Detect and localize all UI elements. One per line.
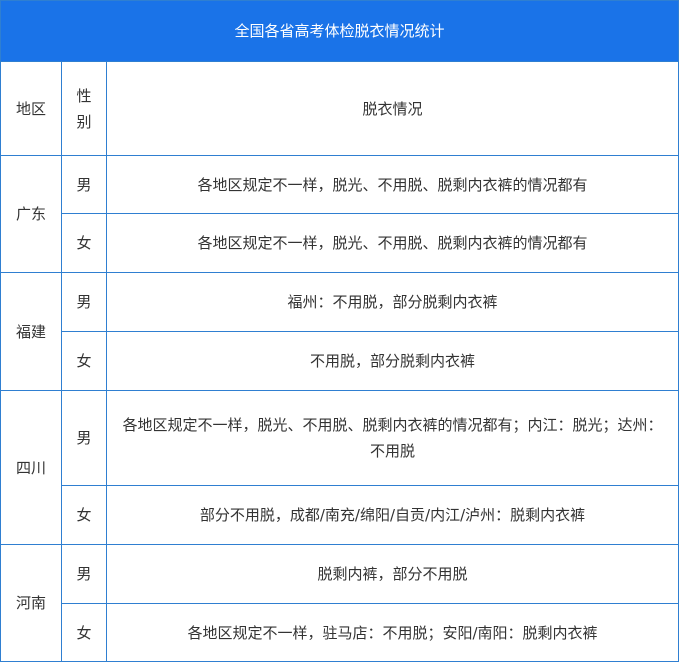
detail-cell: 各地区规定不一样，脱光、不用脱、脱剩内衣裤的情况都有 xyxy=(106,155,679,214)
region-cell: 福建 xyxy=(0,272,62,391)
table-row: 女 部分不用脱，成都/南充/绵阳/自贡/内江/泸州：脱剩内衣裤 xyxy=(1,485,679,545)
table-row: 女 不用脱，部分脱剩内衣裤 xyxy=(1,331,679,391)
header-region: 地区 xyxy=(0,61,62,156)
table-row: 四川 男 各地区规定不一样，脱光、不用脱、脱剩内衣裤的情况都有；内江：脱光；达州… xyxy=(0,390,679,545)
gender-cell: 男 xyxy=(61,272,107,332)
gender-cell: 女 xyxy=(61,331,107,391)
gender-cell: 男 xyxy=(61,390,107,486)
header-detail: 脱衣情况 xyxy=(106,61,679,156)
gender-cell: 女 xyxy=(61,213,107,273)
detail-cell: 部分不用脱，成都/南充/绵阳/自贡/内江/泸州：脱剩内衣裤 xyxy=(106,485,679,545)
gender-cell: 女 xyxy=(61,485,107,545)
table-row: 女 各地区规定不一样，驻马店：不用脱；安阳/南阳：脱剩内衣裤 xyxy=(1,603,679,662)
gender-cell: 男 xyxy=(61,155,107,214)
table-row: 女 各地区规定不一样，脱光、不用脱、脱剩内衣裤的情况都有 xyxy=(1,213,679,273)
header-gender: 性别 xyxy=(61,61,107,156)
detail-cell: 不用脱，部分脱剩内衣裤 xyxy=(106,331,679,391)
header-row: 地区 性别 脱衣情况 xyxy=(0,61,679,156)
table-row: 广东 男 各地区规定不一样，脱光、不用脱、脱剩内衣裤的情况都有 xyxy=(0,155,679,273)
detail-cell: 各地区规定不一样，脱光、不用脱、脱剩内衣裤的情况都有；内江：脱光；达州：不用脱 xyxy=(106,390,679,486)
title-row: 全国各省高考体检脱衣情况统计 xyxy=(0,0,679,62)
region-cell: 四川 xyxy=(0,390,62,545)
region-cell: 河南 xyxy=(0,544,62,662)
region-cell: 广东 xyxy=(0,155,62,273)
table-title: 全国各省高考体检脱衣情况统计 xyxy=(0,0,679,62)
detail-cell: 各地区规定不一样，脱光、不用脱、脱剩内衣裤的情况都有 xyxy=(106,213,679,273)
detail-cell: 各地区规定不一样，驻马店：不用脱；安阳/南阳：脱剩内衣裤 xyxy=(106,603,679,662)
gender-cell: 女 xyxy=(61,603,107,662)
table-row: 河南 男 脱剩内裤，部分不用脱 xyxy=(0,544,679,662)
detail-cell: 福州：不用脱，部分脱剩内衣裤 xyxy=(106,272,679,332)
gender-cell: 男 xyxy=(61,544,107,604)
stats-table: 全国各省高考体检脱衣情况统计 地区 性别 脱衣情况 广东 男 各地区规定不一样，… xyxy=(0,0,679,662)
table-row: 福建 男 福州：不用脱，部分脱剩内衣裤 xyxy=(0,272,679,391)
detail-cell: 脱剩内裤，部分不用脱 xyxy=(106,544,679,604)
